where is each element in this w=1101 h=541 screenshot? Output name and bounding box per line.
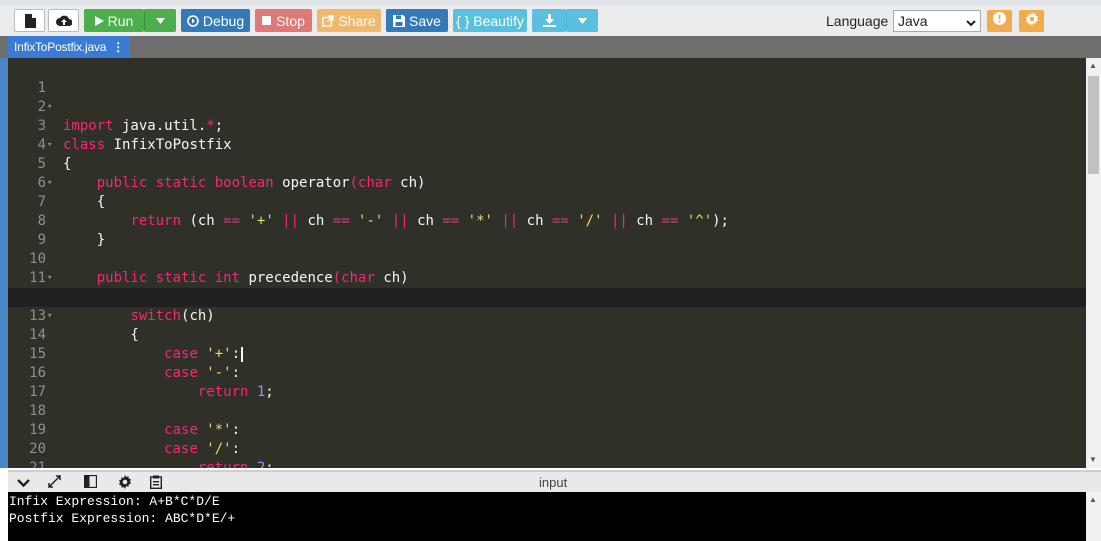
console-output-line: Postfix Expression: ABC*D*E/+ bbox=[9, 511, 236, 526]
tab-infixtopostfix-java[interactable]: InfixToPostfix.java ⋮ bbox=[8, 36, 131, 58]
stop-icon bbox=[262, 16, 272, 25]
code-line: 8 bbox=[8, 193, 1086, 229]
open-project-button[interactable] bbox=[48, 9, 79, 32]
file-icon bbox=[24, 13, 36, 28]
settings-button[interactable] bbox=[1019, 10, 1044, 32]
code-line: 9 public static int precedence(char ch) bbox=[8, 212, 1086, 286]
input-tab-label[interactable]: input bbox=[539, 475, 567, 490]
debug-label: Debug bbox=[202, 12, 245, 29]
caret-down-icon bbox=[156, 17, 165, 24]
run-button[interactable]: Run bbox=[84, 9, 144, 32]
expand-icon[interactable] bbox=[48, 475, 61, 493]
share-button[interactable]: Share bbox=[317, 9, 381, 32]
chevron-down-icon bbox=[966, 14, 976, 34]
code-line: 19 return 2; bbox=[8, 402, 1086, 468]
beautify-label: { } Beautify bbox=[456, 12, 524, 29]
cloud-upload-icon bbox=[55, 15, 72, 27]
scrollbar-thumb[interactable] bbox=[1088, 76, 1099, 174]
code-line: 10 ▾ { bbox=[8, 231, 1086, 305]
caret-down-icon bbox=[578, 17, 587, 24]
info-icon bbox=[993, 12, 1006, 30]
stop-label: Stop bbox=[276, 12, 305, 29]
save-button[interactable]: Save bbox=[386, 9, 448, 32]
code-editor[interactable]: 1 ▾ import java.util.*; 2 class InfixToP… bbox=[8, 58, 1086, 468]
console-output-line: Infix Expression: A+B*C*D/E bbox=[9, 494, 220, 509]
new-file-button[interactable] bbox=[14, 9, 45, 32]
code-line: 22 return 3; bbox=[8, 459, 1086, 468]
run-label: Run bbox=[107, 12, 134, 29]
code-line: 18 case '/': bbox=[8, 383, 1086, 457]
share-icon bbox=[322, 14, 335, 27]
language-value: Java bbox=[898, 13, 928, 29]
code-line: 12 ▾ { bbox=[8, 269, 1086, 343]
code-line: 6 return (ch == '+' || ch == '-' || ch =… bbox=[8, 155, 1086, 229]
kebab-menu-icon[interactable]: ⋮ bbox=[112, 40, 124, 54]
save-label: Save bbox=[409, 12, 441, 29]
download-button[interactable] bbox=[532, 9, 566, 32]
code-line: 5 ▾ { bbox=[8, 136, 1086, 210]
gear-icon bbox=[1025, 11, 1039, 31]
tab-file-name: InfixToPostfix.java bbox=[14, 40, 107, 54]
beautify-button[interactable]: { } Beautify bbox=[453, 9, 527, 32]
code-line: 14 case '-': bbox=[8, 307, 1086, 381]
download-options-dropdown[interactable] bbox=[566, 9, 598, 32]
code-line: 1 ▾ import java.util.*; bbox=[8, 60, 1086, 134]
code-line: 21 case '^': bbox=[8, 440, 1086, 468]
floppy-disk-icon bbox=[393, 14, 406, 27]
code-line: 11 switch(ch) bbox=[8, 250, 1086, 324]
toolbar: Run Debug Stop Share Save { } Beautify L… bbox=[0, 0, 1101, 36]
left-accent-strip bbox=[0, 58, 8, 468]
code-line-active: 13 case '+': bbox=[8, 288, 1086, 362]
output-console[interactable]: Infix Expression: A+B*C*D/E Postfix Expr… bbox=[8, 492, 1086, 541]
play-icon bbox=[94, 15, 104, 26]
scroll-up-arrow-icon[interactable]: ▲ bbox=[1089, 61, 1097, 70]
scroll-up-arrow-icon[interactable]: ▲ bbox=[1089, 495, 1097, 504]
scroll-down-arrow-icon[interactable]: ▼ bbox=[1089, 455, 1097, 464]
debug-button[interactable]: Debug bbox=[181, 9, 250, 32]
console-scrollbar[interactable]: ▲ bbox=[1086, 492, 1101, 541]
code-line: 2 class InfixToPostfix bbox=[8, 79, 1086, 153]
share-label: Share bbox=[338, 12, 376, 29]
io-panel-toolbar: input bbox=[8, 470, 1101, 492]
layout-toggle-icon[interactable] bbox=[83, 474, 98, 493]
run-options-dropdown[interactable] bbox=[144, 9, 176, 32]
code-line: 20 bbox=[8, 421, 1086, 457]
collapse-chevron-icon[interactable] bbox=[17, 475, 30, 493]
download-icon bbox=[542, 14, 556, 27]
info-button[interactable] bbox=[987, 10, 1012, 32]
code-line: 16 bbox=[8, 345, 1086, 381]
debug-icon bbox=[187, 14, 199, 27]
code-line: 15 return 1; bbox=[8, 326, 1086, 400]
language-label: Language bbox=[826, 13, 889, 29]
stop-button[interactable]: Stop bbox=[255, 9, 312, 32]
code-line: 7 } bbox=[8, 174, 1086, 248]
code-line: 4 public static boolean operator(char ch… bbox=[8, 117, 1086, 191]
file-tab-bar: InfixToPostfix.java ⋮ bbox=[0, 36, 1101, 58]
language-select[interactable]: Java bbox=[893, 10, 981, 32]
editor-scrollbar[interactable]: ▲ ▼ bbox=[1086, 58, 1101, 468]
code-line: 17 case '*': bbox=[8, 364, 1086, 438]
code-line: 3 ▾ { bbox=[8, 98, 1086, 172]
